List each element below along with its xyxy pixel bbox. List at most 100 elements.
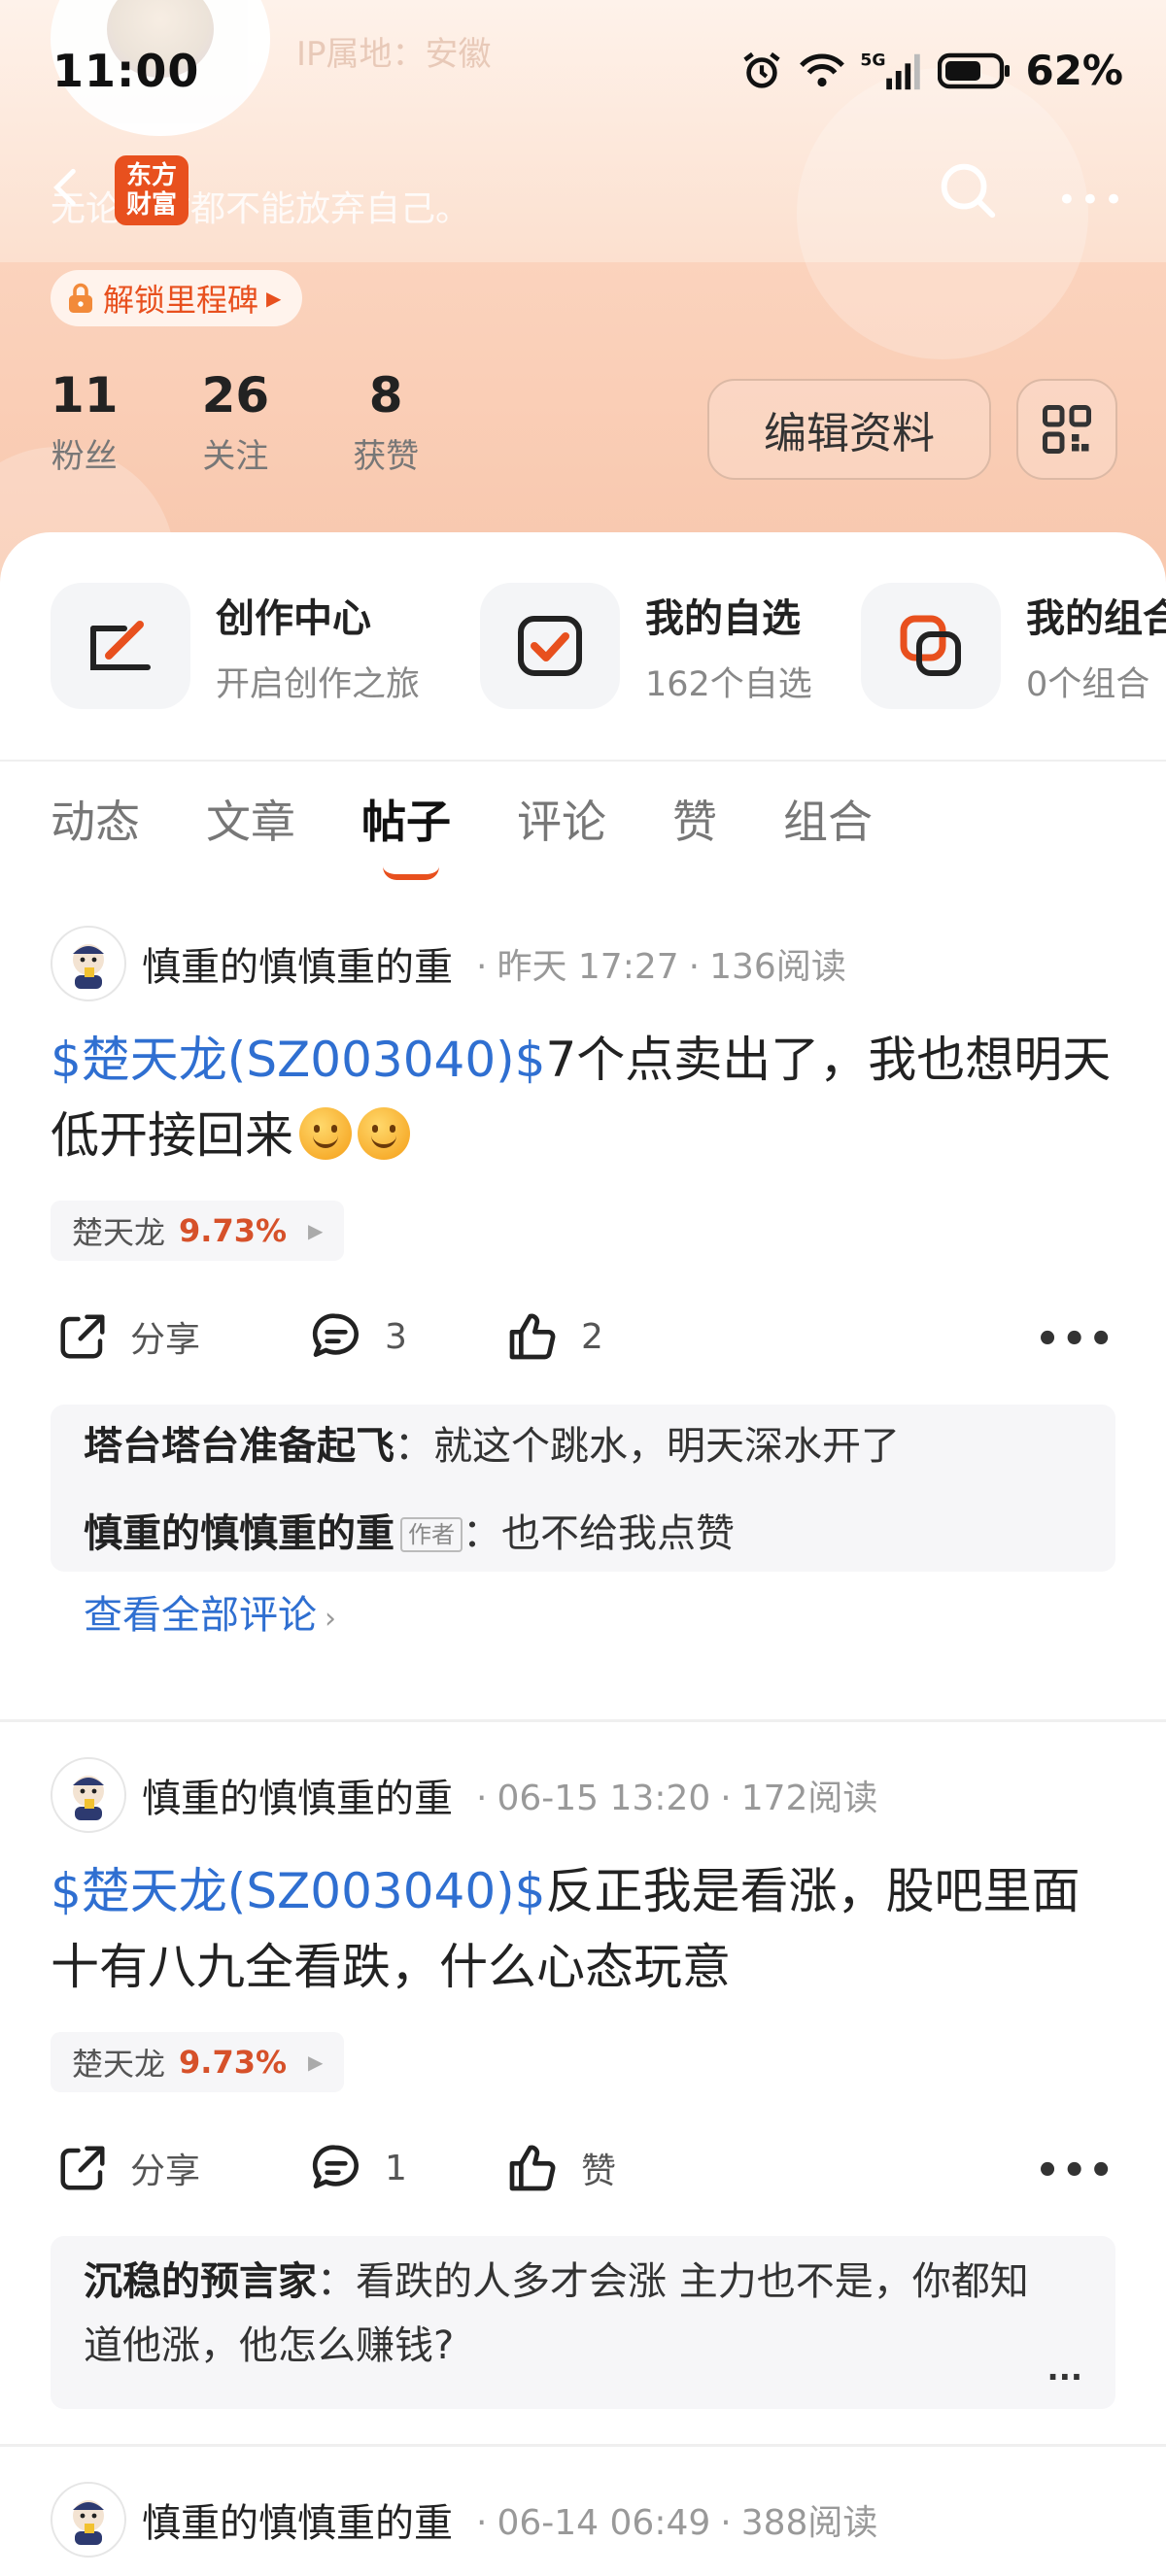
tab-label: 帖子 (361, 796, 451, 848)
author-name[interactable]: 慎重的慎慎重的重 (142, 1767, 453, 1823)
post-reads: 136阅读 (709, 947, 846, 987)
post-actions: 分享 3 2 ••• (51, 1298, 1115, 1375)
post-card[interactable]: 慎重的慎慎重的重 · 昨天 17:27 · 136阅读 $楚天龙(SZ003040)$… (0, 925, 1166, 1638)
comment-colon: ： (463, 1511, 501, 1556)
author-name[interactable]: 慎重的慎慎重的重 (142, 935, 453, 992)
tab-likes[interactable]: 赞 (672, 787, 717, 851)
profile-stats: 11 粉丝 26 关注 8 获赞 (51, 367, 419, 477)
profile-header: 11:00 IP属地：安徽 5G 62% 无论何时都不能放弃自己。 东方财富 •… (0, 0, 1166, 583)
like-button[interactable]: 赞 (505, 2129, 616, 2207)
more-options-icon[interactable]: ••• (1035, 2149, 1115, 2193)
comments-preview[interactable]: 沉稳的预言家：看跌的人多才会涨 主力也不是，你都知道他涨，他怎么赚钱? ... (51, 2236, 1115, 2409)
stock-link[interactable]: $楚天龙(SZ003040)$ (51, 1032, 546, 1088)
edit-profile-button[interactable]: 编辑资料 (707, 379, 991, 480)
post-text[interactable]: $楚天龙(SZ003040)$7个点卖出了，我也想明天低开接回来 (51, 1022, 1115, 1173)
post-meta: · 06-15 13:20 · 172阅读 (476, 1779, 878, 1818)
post-card[interactable]: 慎重的慎慎重的重 · 06-14 06:49 · 388阅读 (0, 2481, 1166, 2576)
tab-dynamics[interactable]: 动态 (51, 787, 140, 851)
post-text[interactable]: $楚天龙(SZ003040)$反正我是看涨，股吧里面十有八九全看跌，什么心态玩意 (51, 1853, 1115, 2005)
stat-number: 8 (368, 367, 403, 424)
comments-preview[interactable]: 塔台塔台准备起飞：就这个跳水，明天深水开了 慎重的慎慎重的重 作者 ：也不给我点赞 … (51, 1405, 1115, 1638)
active-tab-indicator (383, 866, 439, 880)
comment-button[interactable]: 3 (309, 1298, 407, 1375)
share-button[interactable]: 分享 (56, 2129, 200, 2207)
content-tabs: 动态 文章 帖子 评论 赞 组合 (51, 787, 939, 880)
like-button[interactable]: 2 (505, 1298, 603, 1375)
post-reads: 388阅读 (740, 2503, 878, 2543)
search-icon[interactable] (933, 155, 1001, 223)
stat-fans[interactable]: 11 粉丝 (51, 367, 119, 477)
post-reads: 172阅读 (740, 1779, 878, 1818)
comment-colon: ： (394, 1424, 433, 1469)
more-menu-icon[interactable]: ••• (1057, 181, 1127, 220)
stat-following[interactable]: 26 关注 (202, 367, 270, 477)
commenter-name[interactable]: 慎重的慎慎重的重 (84, 1511, 394, 1556)
tab-comments[interactable]: 评论 (517, 787, 606, 851)
divider (0, 760, 1166, 762)
post-card[interactable]: 慎重的慎慎重的重 · 06-15 13:20 · 172阅读 $楚天龙(SZ00304… (0, 1756, 1166, 2409)
stock-name: 楚天龙 (72, 2046, 166, 2083)
share-button[interactable]: 分享 (56, 1298, 200, 1375)
comment-text: 就这个跳水，明天深水开了 (433, 1424, 900, 1469)
author-avatar[interactable] (51, 1757, 126, 1833)
tab-posts[interactable]: 帖子 (361, 787, 451, 880)
share-icon (60, 1314, 105, 1359)
shortcut-subtitle: 开启创作之旅 (216, 664, 421, 704)
stat-number: 26 (201, 367, 270, 424)
comment-button[interactable]: 1 (309, 2129, 407, 2207)
milestone-badge[interactable]: 解锁里程碑 ▶ (51, 270, 303, 326)
shortcut-watchlist[interactable]: 我的自选 162个自选 (480, 583, 812, 709)
shortcut-subtitle: 0个组合 (1026, 664, 1150, 704)
tab-portfolios[interactable]: 组合 (783, 787, 873, 851)
stat-label: 关注 (202, 437, 269, 476)
like-label: 赞 (581, 2152, 617, 2191)
status-bar: 11:00 IP属地：安徽 5G 62% (0, 0, 1166, 146)
stock-tag[interactable]: 楚天龙 9.73% ▶ (51, 1201, 345, 1261)
thumbs-up-icon (509, 1313, 556, 1360)
battery-icon (938, 52, 1011, 88)
share-label: 分享 (130, 1320, 201, 1360)
stat-likes[interactable]: 8 获赞 (353, 367, 419, 477)
status-icons: 5G 62% (739, 47, 1123, 94)
post-time: 06-15 13:20 (497, 1779, 711, 1818)
qr-code-button[interactable] (1016, 379, 1117, 480)
author-name[interactable]: 慎重的慎慎重的重 (142, 2491, 453, 2548)
comment-colon: ： (317, 2259, 356, 2304)
more-options-icon[interactable]: ••• (1035, 1317, 1115, 1362)
post-time: 06-14 06:49 (497, 2503, 711, 2543)
alarm-icon (743, 51, 781, 88)
post-header: 慎重的慎慎重的重 · 06-14 06:49 · 388阅读 (51, 2481, 877, 2559)
checkbox-icon (480, 583, 620, 709)
post-meta: · 昨天 17:27 · 136阅读 (476, 947, 846, 987)
stock-link[interactable]: $楚天龙(SZ003040)$ (51, 1863, 546, 1919)
like-count: 2 (581, 1316, 603, 1357)
commenter-name[interactable]: 沉稳的预言家 (84, 2259, 317, 2304)
shortcut-creation-center[interactable]: 创作中心 开启创作之旅 (51, 583, 420, 709)
qr-code-icon (1043, 405, 1091, 454)
comment-icon (312, 1313, 359, 1357)
stock-tag[interactable]: 楚天龙 9.73% ▶ (51, 2032, 345, 2092)
expand-comment-icon[interactable]: ... (1047, 2351, 1082, 2388)
author-avatar[interactable] (51, 926, 126, 1001)
post-header: 慎重的慎慎重的重 · 昨天 17:27 · 136阅读 (51, 925, 846, 1002)
triangle-right-icon: ▶ (308, 2051, 324, 2074)
lock-icon (69, 283, 92, 313)
comment-count: 1 (385, 2148, 407, 2188)
shortcut-portfolio[interactable]: 我的组合 0个组合 (861, 583, 1166, 709)
view-all-comments-link[interactable]: 查看全部评论 › (84, 1583, 1082, 1651)
post-header: 慎重的慎慎重的重 · 06-15 13:20 · 172阅读 (51, 1756, 877, 1834)
pen-board-icon (51, 583, 190, 709)
view-all-label: 查看全部评论 (84, 1593, 317, 1638)
tab-articles[interactable]: 文章 (206, 787, 295, 851)
share-label: 分享 (130, 2152, 201, 2191)
comment-line: 沉稳的预言家：看跌的人多才会涨 主力也不是，你都知道他涨，他怎么赚钱? (84, 2250, 1038, 2378)
author-avatar[interactable] (51, 2482, 126, 2558)
stat-number: 11 (51, 367, 119, 424)
triangle-right-icon: ▶ (308, 1219, 324, 1242)
commenter-name[interactable]: 塔台塔台准备起飞 (84, 1424, 394, 1469)
comment-line: 塔台塔台准备起飞：就这个跳水，明天深水开了 (84, 1414, 1082, 1478)
post-time: 昨天 17:27 (497, 947, 679, 987)
shortcut-title: 我的自选 (645, 595, 801, 641)
triangle-right-icon: ▶ (266, 287, 282, 310)
smile-emoji-icon (358, 1107, 410, 1160)
